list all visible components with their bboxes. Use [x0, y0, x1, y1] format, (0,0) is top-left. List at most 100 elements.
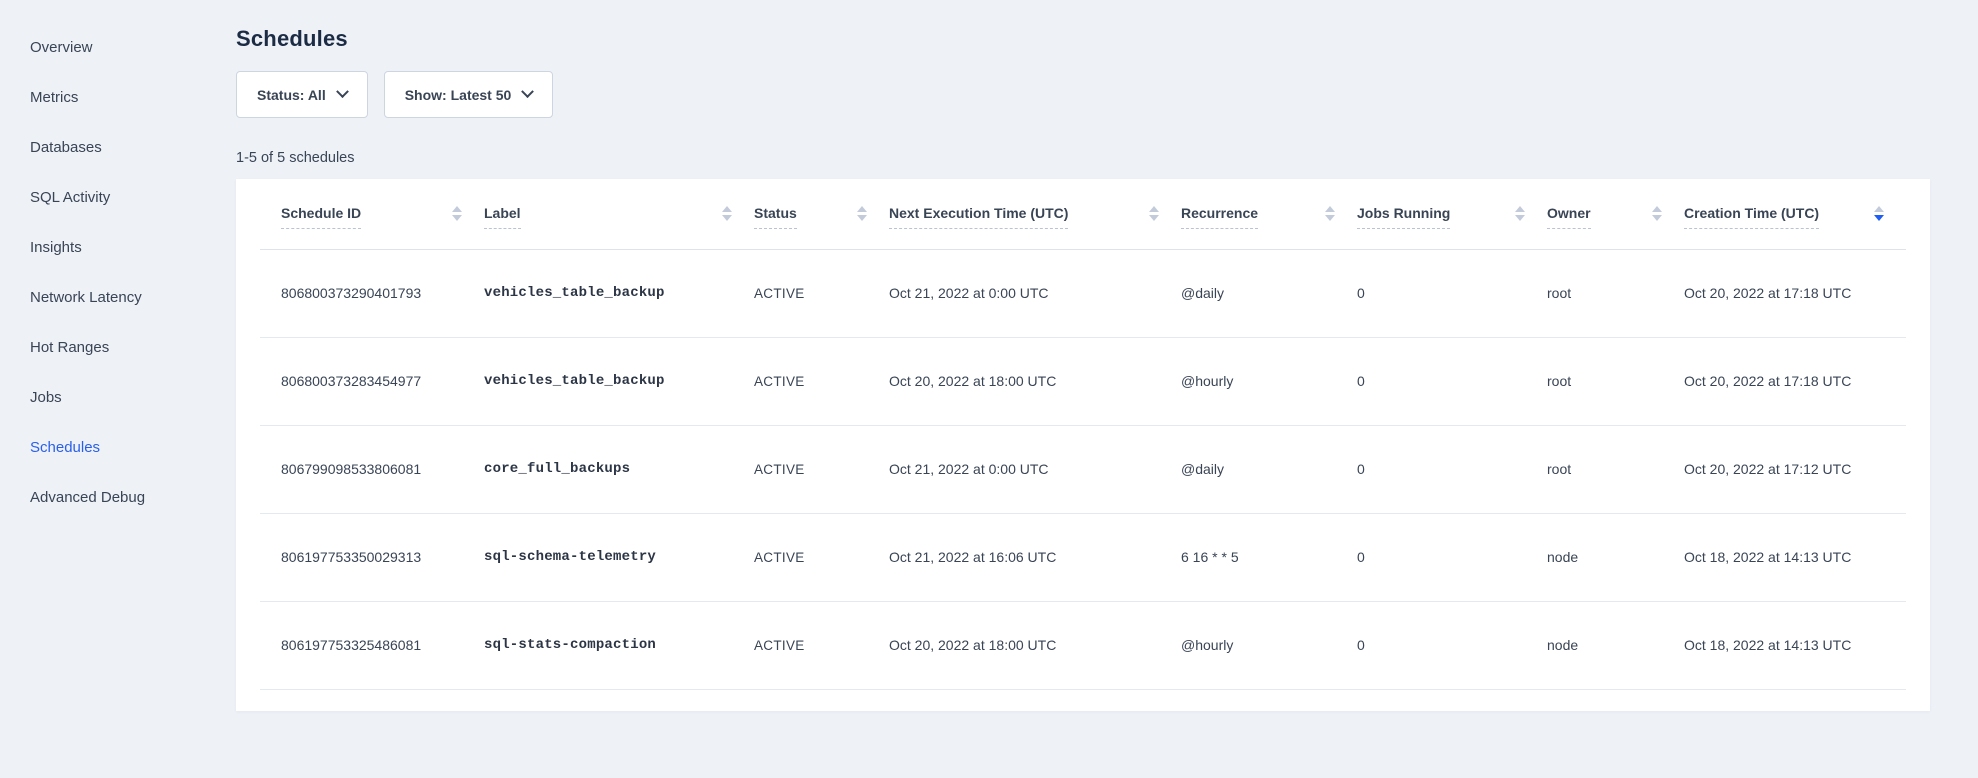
sort-arrows-icon[interactable] [857, 206, 867, 221]
schedules-table: Schedule ID Label StatusNext Execution Tim… [260, 179, 1906, 690]
sort-asc-icon [452, 206, 462, 212]
page-title: Schedules [236, 26, 1930, 52]
column-header-label: Owner [1547, 205, 1591, 229]
cell-status: ACTIVE [754, 425, 889, 513]
table-row: 806197753350029313sql-schema-telemetryAC… [260, 513, 1906, 601]
sidebar-item-hot-ranges[interactable]: Hot Ranges [0, 322, 236, 372]
sort-desc-icon [1149, 215, 1159, 221]
cell-next-execution-time-utc: Oct 21, 2022 at 16:06 UTC [889, 513, 1181, 601]
cell-schedule-id: 806800373283454977 [260, 337, 484, 425]
sort-desc-icon [722, 215, 732, 221]
cell-schedule-id: 806197753325486081 [260, 601, 484, 689]
result-count: 1-5 of 5 schedules [236, 150, 1930, 166]
cell-next-execution-time-utc: Oct 20, 2022 at 18:00 UTC [889, 337, 1181, 425]
cell-recurrence: @hourly [1181, 337, 1357, 425]
cell-next-execution-time-utc: Oct 20, 2022 at 18:00 UTC [889, 601, 1181, 689]
cell-jobs-running: 0 [1357, 513, 1547, 601]
cell-creation-time-utc: Oct 20, 2022 at 17:12 UTC [1684, 425, 1906, 513]
column-header-label: Creation Time (UTC) [1684, 205, 1819, 229]
column-header-next-execution-time-utc[interactable]: Next Execution Time (UTC) [889, 179, 1181, 249]
cell-status: ACTIVE [754, 337, 889, 425]
cell-schedule-id: 806197753350029313 [260, 513, 484, 601]
column-header-jobs-running[interactable]: Jobs Running [1357, 179, 1547, 249]
cell-jobs-running: 0 [1357, 337, 1547, 425]
cell-label: sql-stats-compaction [484, 601, 754, 689]
sort-desc-icon [452, 215, 462, 221]
sidebar-item-overview[interactable]: Overview [0, 22, 236, 72]
column-header-label[interactable]: Label [484, 179, 754, 249]
cell-label: vehicles_table_backup [484, 337, 754, 425]
chevron-down-icon [336, 85, 349, 98]
column-header-creation-time-utc[interactable]: Creation Time (UTC) [1684, 179, 1906, 249]
sort-arrows-icon[interactable] [452, 206, 462, 221]
table-row: 806197753325486081sql-stats-compactionAC… [260, 601, 1906, 689]
sort-desc-icon [857, 215, 867, 221]
cell-owner: node [1547, 601, 1684, 689]
sort-arrows-icon[interactable] [1515, 206, 1525, 221]
column-header-status[interactable]: Status [754, 179, 889, 249]
sort-arrows-icon[interactable] [1149, 206, 1159, 221]
cell-jobs-running: 0 [1357, 601, 1547, 689]
sort-asc-icon [1325, 206, 1335, 212]
sidebar-item-metrics[interactable]: Metrics [0, 72, 236, 122]
filter-dropdown-status[interactable]: Status: All [236, 71, 368, 118]
sidebar-item-schedules[interactable]: Schedules [0, 422, 236, 472]
cell-status: ACTIVE [754, 249, 889, 337]
cell-recurrence: @daily [1181, 425, 1357, 513]
sort-arrows-icon[interactable] [1874, 206, 1884, 221]
sidebar-item-sql-activity[interactable]: SQL Activity [0, 172, 236, 222]
cell-owner: node [1547, 513, 1684, 601]
sidebar-item-insights[interactable]: Insights [0, 222, 236, 272]
sidebar-item-advanced-debug[interactable]: Advanced Debug [0, 472, 236, 522]
column-header-recurrence[interactable]: Recurrence [1181, 179, 1357, 249]
sidebar: OverviewMetricsDatabasesSQL ActivityInsi… [0, 22, 236, 522]
sort-arrows-icon[interactable] [722, 206, 732, 221]
cell-creation-time-utc: Oct 20, 2022 at 17:18 UTC [1684, 337, 1906, 425]
column-header-label: Schedule ID [281, 205, 361, 229]
dropdown-label: Show: Latest 50 [405, 87, 512, 103]
table-row: 806799098533806081core_full_backupsACTIV… [260, 425, 1906, 513]
column-header-label: Recurrence [1181, 205, 1258, 229]
cell-label: vehicles_table_backup [484, 249, 754, 337]
table-row: 806800373290401793vehicles_table_backupA… [260, 249, 1906, 337]
filter-dropdown-show[interactable]: Show: Latest 50 [384, 71, 554, 118]
cell-owner: root [1547, 337, 1684, 425]
cell-creation-time-utc: Oct 18, 2022 at 14:13 UTC [1684, 601, 1906, 689]
sidebar-item-jobs[interactable]: Jobs [0, 372, 236, 422]
cell-schedule-id: 806800373290401793 [260, 249, 484, 337]
sort-arrows-icon[interactable] [1325, 206, 1335, 221]
cell-creation-time-utc: Oct 18, 2022 at 14:13 UTC [1684, 513, 1906, 601]
sort-asc-icon [857, 206, 867, 212]
sort-asc-icon [1515, 206, 1525, 212]
cell-status: ACTIVE [754, 601, 889, 689]
column-header-label: Label [484, 205, 521, 229]
column-header-label: Next Execution Time (UTC) [889, 205, 1068, 229]
sidebar-item-databases[interactable]: Databases [0, 122, 236, 172]
chevron-down-icon [521, 85, 534, 98]
cell-jobs-running: 0 [1357, 425, 1547, 513]
cell-jobs-running: 0 [1357, 249, 1547, 337]
sidebar-item-network-latency[interactable]: Network Latency [0, 272, 236, 322]
cell-owner: root [1547, 425, 1684, 513]
column-header-schedule-id[interactable]: Schedule ID [260, 179, 484, 249]
cell-label: core_full_backups [484, 425, 754, 513]
sort-asc-icon [1652, 206, 1662, 212]
cell-status: ACTIVE [754, 513, 889, 601]
cell-schedule-id: 806799098533806081 [260, 425, 484, 513]
column-header-owner[interactable]: Owner [1547, 179, 1684, 249]
table-row: 806800373283454977vehicles_table_backupA… [260, 337, 1906, 425]
cell-next-execution-time-utc: Oct 21, 2022 at 0:00 UTC [889, 249, 1181, 337]
sort-desc-icon [1515, 215, 1525, 221]
cell-label: sql-schema-telemetry [484, 513, 754, 601]
cell-creation-time-utc: Oct 20, 2022 at 17:18 UTC [1684, 249, 1906, 337]
column-header-label: Jobs Running [1357, 205, 1450, 229]
table-header-row: Schedule ID Label StatusNext Execution Tim… [260, 179, 1906, 249]
schedules-table-card: Schedule ID Label StatusNext Execution Tim… [236, 179, 1930, 711]
sort-arrows-icon[interactable] [1652, 206, 1662, 221]
dropdown-label: Status: All [257, 87, 326, 103]
sort-asc-icon [1874, 206, 1884, 212]
sort-asc-icon [722, 206, 732, 212]
sort-desc-icon [1325, 215, 1335, 221]
cell-owner: root [1547, 249, 1684, 337]
cell-recurrence: @hourly [1181, 601, 1357, 689]
